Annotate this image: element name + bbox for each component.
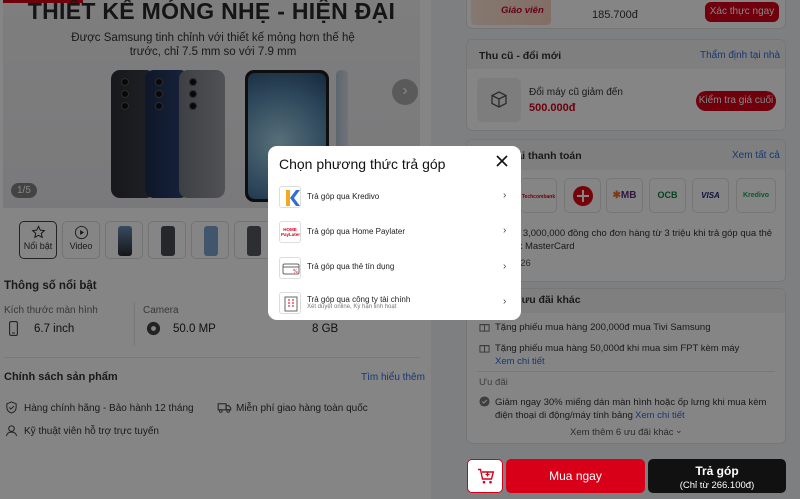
option-credit-card[interactable]: % Trả góp qua thẻ tín dụng › xyxy=(268,250,521,284)
installment-button[interactable]: Trả góp (Chỉ từ 266.100đ) xyxy=(648,459,786,493)
option-finance-company[interactable]: Trả góp qua công ty tài chính Xét duyệt … xyxy=(268,285,521,319)
home-paylater-logo-icon: HOME PayLater xyxy=(279,221,301,243)
option-finance-company-label: Trả góp qua công ty tài chính xyxy=(307,295,411,304)
option-kredivo[interactable]: Trả góp qua Kredivo › xyxy=(268,179,521,213)
option-finance-company-sub: Xét duyệt online, Kỳ hạn linh hoạt xyxy=(307,304,397,310)
option-home-paylater[interactable]: HOME PayLater Trả góp qua Home Paylater … xyxy=(268,214,521,248)
chevron-right-icon: › xyxy=(503,296,507,307)
installment-sub: (Chỉ từ 266.100đ) xyxy=(679,480,755,491)
credit-card-icon: % xyxy=(279,257,301,279)
chevron-right-icon: › xyxy=(503,190,507,201)
svg-text:%: % xyxy=(293,269,298,275)
close-button[interactable] xyxy=(494,154,510,170)
cart-plus-icon xyxy=(478,468,495,484)
option-home-paylater-label: Trả góp qua Home Paylater xyxy=(307,227,405,236)
installment-method-modal: Chọn phương thức trả góp Trả góp qua Kre… xyxy=(268,146,521,320)
modal-title: Chọn phương thức trả góp xyxy=(279,156,446,172)
option-kredivo-label: Trả góp qua Kredivo xyxy=(307,192,380,201)
kredivo-logo-icon xyxy=(279,186,301,208)
add-to-cart-button[interactable] xyxy=(467,459,503,493)
finance-company-icon xyxy=(279,292,301,314)
close-icon xyxy=(496,155,508,167)
installment-label: Trả góp xyxy=(695,464,739,478)
option-credit-card-label: Trả góp qua thẻ tín dụng xyxy=(307,262,395,271)
buy-now-button[interactable]: Mua ngay xyxy=(506,459,645,493)
chevron-right-icon: › xyxy=(503,261,507,272)
chevron-right-icon: › xyxy=(503,225,507,236)
